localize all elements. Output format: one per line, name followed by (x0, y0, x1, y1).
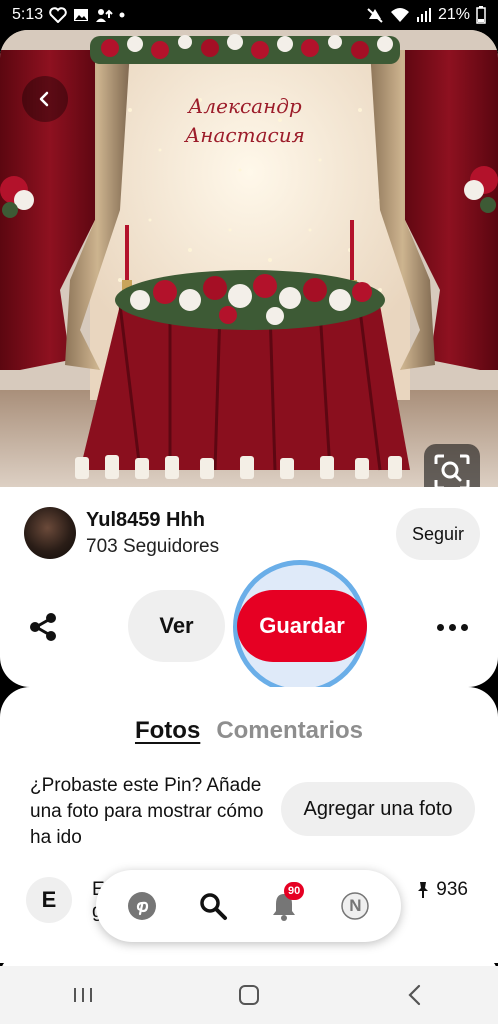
pin-actions: Ver Guardar (0, 560, 498, 694)
wedding-backdrop-image: Александр Анастасия (0, 30, 498, 510)
lens-search-icon (434, 454, 470, 490)
home-button[interactable] (219, 975, 279, 1015)
pinterest-logo-icon (127, 892, 156, 920)
battery-icon (476, 6, 486, 24)
mute-icon (366, 7, 384, 23)
search-icon (200, 893, 227, 920)
bottom-floating-nav: 90 N (96, 870, 401, 942)
dot-icon (119, 12, 125, 18)
gallery-icon (73, 8, 89, 22)
more-dot-icon (460, 623, 468, 631)
nav-notifications[interactable]: 90 (262, 882, 306, 928)
pin-count-value: 936 (436, 879, 468, 900)
tab-comments[interactable]: Comentarios (216, 717, 363, 745)
recent-apps-icon (74, 988, 92, 1002)
save-button[interactable]: Guardar (237, 590, 367, 662)
profile-letter: N (349, 896, 362, 915)
pin-image[interactable]: Александр Анастасия (0, 30, 498, 510)
follow-button[interactable]: Seguir (396, 508, 480, 560)
nav-profile[interactable]: N (333, 884, 377, 928)
nav-search[interactable] (191, 884, 235, 928)
back-nav-button[interactable] (385, 975, 445, 1015)
tried-tabs: Fotos Comentarios (0, 717, 498, 745)
back-chevron-icon (408, 984, 421, 1006)
add-photo-button[interactable]: Agregar una foto (281, 782, 475, 836)
tried-prompt: ¿Probaste este Pin? Añade una foto para … (30, 775, 264, 848)
notification-badge: 90 (284, 882, 305, 900)
share-icon (30, 613, 56, 641)
person-upload-icon (95, 7, 113, 23)
status-right: 21% (366, 6, 486, 24)
creator-avatar[interactable] (24, 507, 76, 559)
creator-text: Yul8459 Hhh 703 Seguidores (86, 509, 219, 558)
comment-avatar[interactable]: E (26, 877, 72, 923)
more-dot-icon (436, 623, 444, 631)
signal-icon (416, 7, 432, 23)
battery-percent: 21% (437, 6, 470, 23)
image-name-line1: Александр (186, 94, 302, 118)
image-name-line2: Анастасия (183, 123, 305, 147)
creator-info[interactable]: Yul8459 Hhh 703 Seguidores (24, 507, 219, 559)
creator-followers: 703 Seguidores (86, 535, 220, 557)
back-button[interactable] (22, 76, 68, 122)
view-button[interactable]: Ver (128, 590, 225, 662)
tab-photos[interactable]: Fotos (135, 717, 200, 745)
nav-home[interactable] (120, 884, 164, 928)
creator-name[interactable]: Yul8459 Hhh (86, 509, 219, 532)
home-square-icon (239, 985, 259, 1005)
heart-message-icon (49, 7, 67, 23)
android-nav-bar (0, 966, 498, 1024)
status-left: 5:13 (12, 6, 125, 24)
share-button[interactable] (26, 610, 60, 644)
pin-icon (418, 882, 429, 898)
more-options-button[interactable] (430, 610, 474, 644)
recent-apps-button[interactable] (53, 975, 113, 1015)
chevron-left-icon (39, 91, 49, 107)
status-time: 5:13 (12, 6, 44, 23)
pin-count: 936 (416, 879, 468, 901)
wifi-icon (390, 7, 410, 23)
pin-detail-card: Yul8459 Hhh 703 Seguidores Seguir Ver Gu… (0, 487, 498, 694)
status-bar: 5:13 21% (0, 0, 498, 30)
more-dot-icon (448, 623, 456, 631)
